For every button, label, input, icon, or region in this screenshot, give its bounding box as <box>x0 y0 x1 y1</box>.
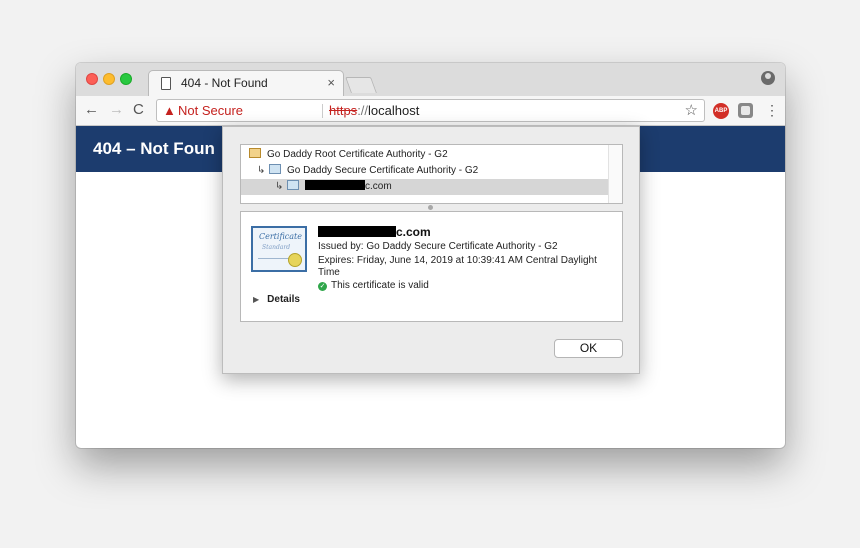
address-bar[interactable]: ▲ Not Secure https://localhost ☆ <box>156 99 705 122</box>
chain-item-label: Go Daddy Secure Certificate Authority - … <box>287 165 479 176</box>
chain-item-label: Go Daddy Root Certificate Authority - G2 <box>267 149 448 160</box>
details-label[interactable]: Details <box>267 294 300 305</box>
pane-splitter-handle[interactable] <box>428 205 433 210</box>
page-icon <box>161 77 171 90</box>
profile-icon[interactable] <box>761 71 775 85</box>
child-arrow-icon: ↳ <box>275 181 284 192</box>
validity-text: This certificate is valid <box>331 280 429 291</box>
window-maximize-button[interactable] <box>120 73 132 85</box>
bookmark-star-icon[interactable]: ☆ <box>685 101 698 119</box>
certificate-icon <box>269 164 281 174</box>
child-arrow-icon: ↳ <box>257 165 266 176</box>
certificate-image-line <box>258 258 292 259</box>
certificate-image-icon: Certificate Standard <box>251 226 307 272</box>
certificate-subject: c.com <box>318 225 431 239</box>
tab-title: 404 - Not Found <box>181 76 268 90</box>
tab-close-icon[interactable]: × <box>327 75 335 90</box>
omnibox-divider <box>322 104 323 118</box>
reload-button[interactable]: C <box>133 101 144 118</box>
chain-scrollbar[interactable] <box>608 145 622 203</box>
tab-404-not-found[interactable]: 404 - Not Found × <box>148 70 344 96</box>
certificate-image-subtitle: Standard <box>262 244 291 251</box>
details-disclosure[interactable]: ▶ Details <box>253 294 300 305</box>
browser-toolbar: ← → C ▲ Not Secure https://localhost ☆ A… <box>76 96 785 126</box>
ok-button[interactable]: OK <box>554 339 623 358</box>
security-indicator[interactable]: Not Secure <box>178 103 243 118</box>
expires-text-cont: Time <box>318 267 340 278</box>
chain-item-intermediate[interactable]: ↳ Go Daddy Secure Certificate Authority -… <box>257 163 478 179</box>
certificate-chain-list[interactable]: Go Daddy Root Certificate Authority - G2… <box>240 144 623 204</box>
certificate-detail-pane: Certificate Standard c.com Issued by: Go… <box>240 211 623 322</box>
disclosure-triangle-icon[interactable]: ▶ <box>253 295 259 304</box>
warning-icon[interactable]: ▲ <box>163 103 176 118</box>
url-text[interactable]: https://localhost <box>329 103 419 118</box>
root-certificate-icon <box>249 148 261 158</box>
valid-check-icon: ✓ <box>318 282 327 291</box>
adblock-extension-icon[interactable]: ABP <box>713 103 729 119</box>
chain-item-label: c.com <box>365 181 392 192</box>
url-separator: :// <box>357 103 369 118</box>
certificate-icon <box>287 180 299 190</box>
browser-menu-icon[interactable]: ⋮ <box>765 102 779 119</box>
window-minimize-button[interactable] <box>103 73 115 85</box>
issued-by-text: Issued by: Go Daddy Secure Certificate A… <box>318 241 558 252</box>
expires-text: Expires: Friday, June 14, 2019 at 10:39:… <box>318 255 597 266</box>
subject-suffix: c.com <box>396 225 431 239</box>
forward-button[interactable]: → <box>109 101 124 118</box>
certificate-image-title: Certificate <box>259 232 302 241</box>
validity-status: ✓ This certificate is valid <box>318 280 429 291</box>
url-host: localhost <box>368 103 420 118</box>
back-button[interactable]: ← <box>84 101 99 118</box>
new-tab-button[interactable] <box>345 77 377 93</box>
redacted-domain <box>318 226 396 237</box>
url-scheme: https <box>329 103 358 118</box>
extension-icon[interactable] <box>738 103 753 118</box>
certificate-dialog: Go Daddy Root Certificate Authority - G2… <box>222 126 640 374</box>
chain-item-root[interactable]: Go Daddy Root Certificate Authority - G2 <box>249 147 448 163</box>
redacted-domain <box>305 180 365 190</box>
certificate-seal-icon <box>288 253 302 267</box>
page-title: 404 – Not Foun <box>93 139 215 158</box>
chain-item-leaf[interactable]: ↳ c.com <box>241 179 609 195</box>
tab-strip: 404 - Not Found × <box>76 63 785 96</box>
window-close-button[interactable] <box>86 73 98 85</box>
